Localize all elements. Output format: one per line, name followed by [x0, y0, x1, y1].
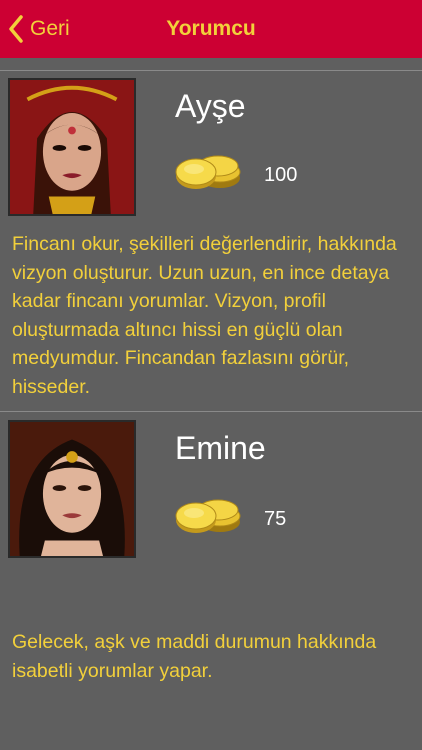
gold-coins-icon [175, 499, 241, 533]
page-title: Yorumcu [166, 17, 256, 40]
chevron-left-icon [9, 15, 23, 43]
reader-card-ayse[interactable]: Ayşe 100 Fincanı okur, şekilleri değerle… [0, 70, 422, 410]
reader-avatar [8, 78, 136, 216]
reader-name: Ayşe [175, 88, 246, 124]
reader-card-emine[interactable]: Emine 75 Gelecek, aşk ve maddi durumun h… [0, 412, 422, 712]
coin-count: 75 [264, 508, 287, 530]
reader-description: Gelecek, aşk ve maddi durumun hakkında i… [12, 631, 377, 682]
gold-coins-icon [175, 155, 241, 189]
navigation-bar: Geri Yorumcu [0, 0, 422, 58]
coin-count: 100 [264, 164, 298, 186]
back-button[interactable]: Geri [8, 12, 70, 46]
reader-avatar [8, 420, 136, 558]
reader-name: Emine [175, 430, 266, 466]
reader-description: Fincanı okur, şekilleri değerlendirir, h… [12, 233, 397, 398]
back-label: Geri [30, 17, 70, 40]
